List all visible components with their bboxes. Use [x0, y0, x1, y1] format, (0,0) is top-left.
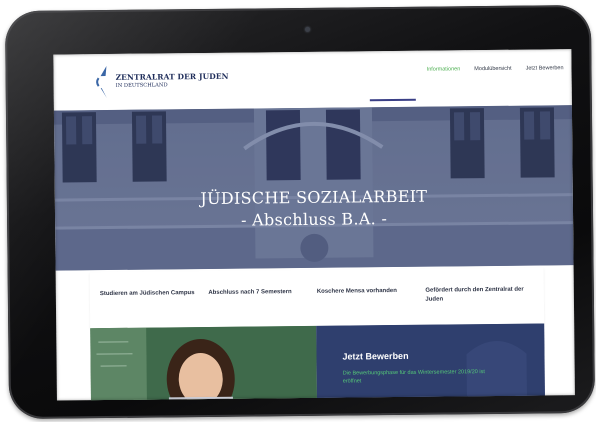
apply-text: Die Bewerbungsphase für das Wintersemest…: [342, 369, 485, 385]
feature-campus: Studieren am Jüdischen Campus: [99, 290, 195, 298]
apply-panel-background: [316, 323, 546, 401]
nav-item-jetzt-bewerben[interactable]: Jetzt Bewerben: [526, 65, 564, 71]
main-nav: Informationen Modulübersicht Jetzt Bewer…: [427, 65, 564, 72]
hero-banner: JÜDISCHE SOZIALARBEIT - Abschluss B.A. -: [53, 105, 574, 271]
tablet-screen: ZENTRALRAT DER JUDEN IN DEUTSCHLAND Info…: [53, 49, 575, 401]
features-strip: Studieren am Jüdischen Campus Abschluss …: [89, 267, 545, 329]
site-header: ZENTRALRAT DER JUDEN IN DEUTSCHLAND Info…: [53, 49, 572, 111]
feature-funding: Gefördert durch den Zentralrat der Juden: [425, 286, 524, 303]
logo-title: ZENTRALRAT DER JUDEN: [115, 71, 229, 82]
student-photo-image: [90, 325, 318, 401]
apply-title[interactable]: Jetzt Bewerben: [342, 351, 408, 362]
student-photo: [90, 325, 318, 401]
nav-active-indicator: [369, 98, 416, 102]
front-camera: [305, 26, 311, 32]
feature-semester: Abschluss nach 7 Semestern: [208, 289, 292, 296]
nav-item-informationen[interactable]: Informationen: [427, 66, 461, 72]
apply-panel[interactable]: Jetzt Bewerben Die Bewerbungsphase für d…: [316, 323, 546, 401]
feature-mensa: Koschere Mensa vorhanden: [316, 287, 397, 295]
site-logo[interactable]: ZENTRALRAT DER JUDEN IN DEUTSCHLAND: [116, 72, 229, 91]
tablet-device: ZENTRALRAT DER JUDEN IN DEUTSCHLAND Info…: [4, 4, 596, 420]
zentralrat-logo-icon[interactable]: [95, 65, 111, 99]
nav-item-moduluebersicht[interactable]: Modulübersicht: [474, 66, 511, 72]
logo-subtitle: IN DEUTSCHLAND: [115, 82, 168, 89]
